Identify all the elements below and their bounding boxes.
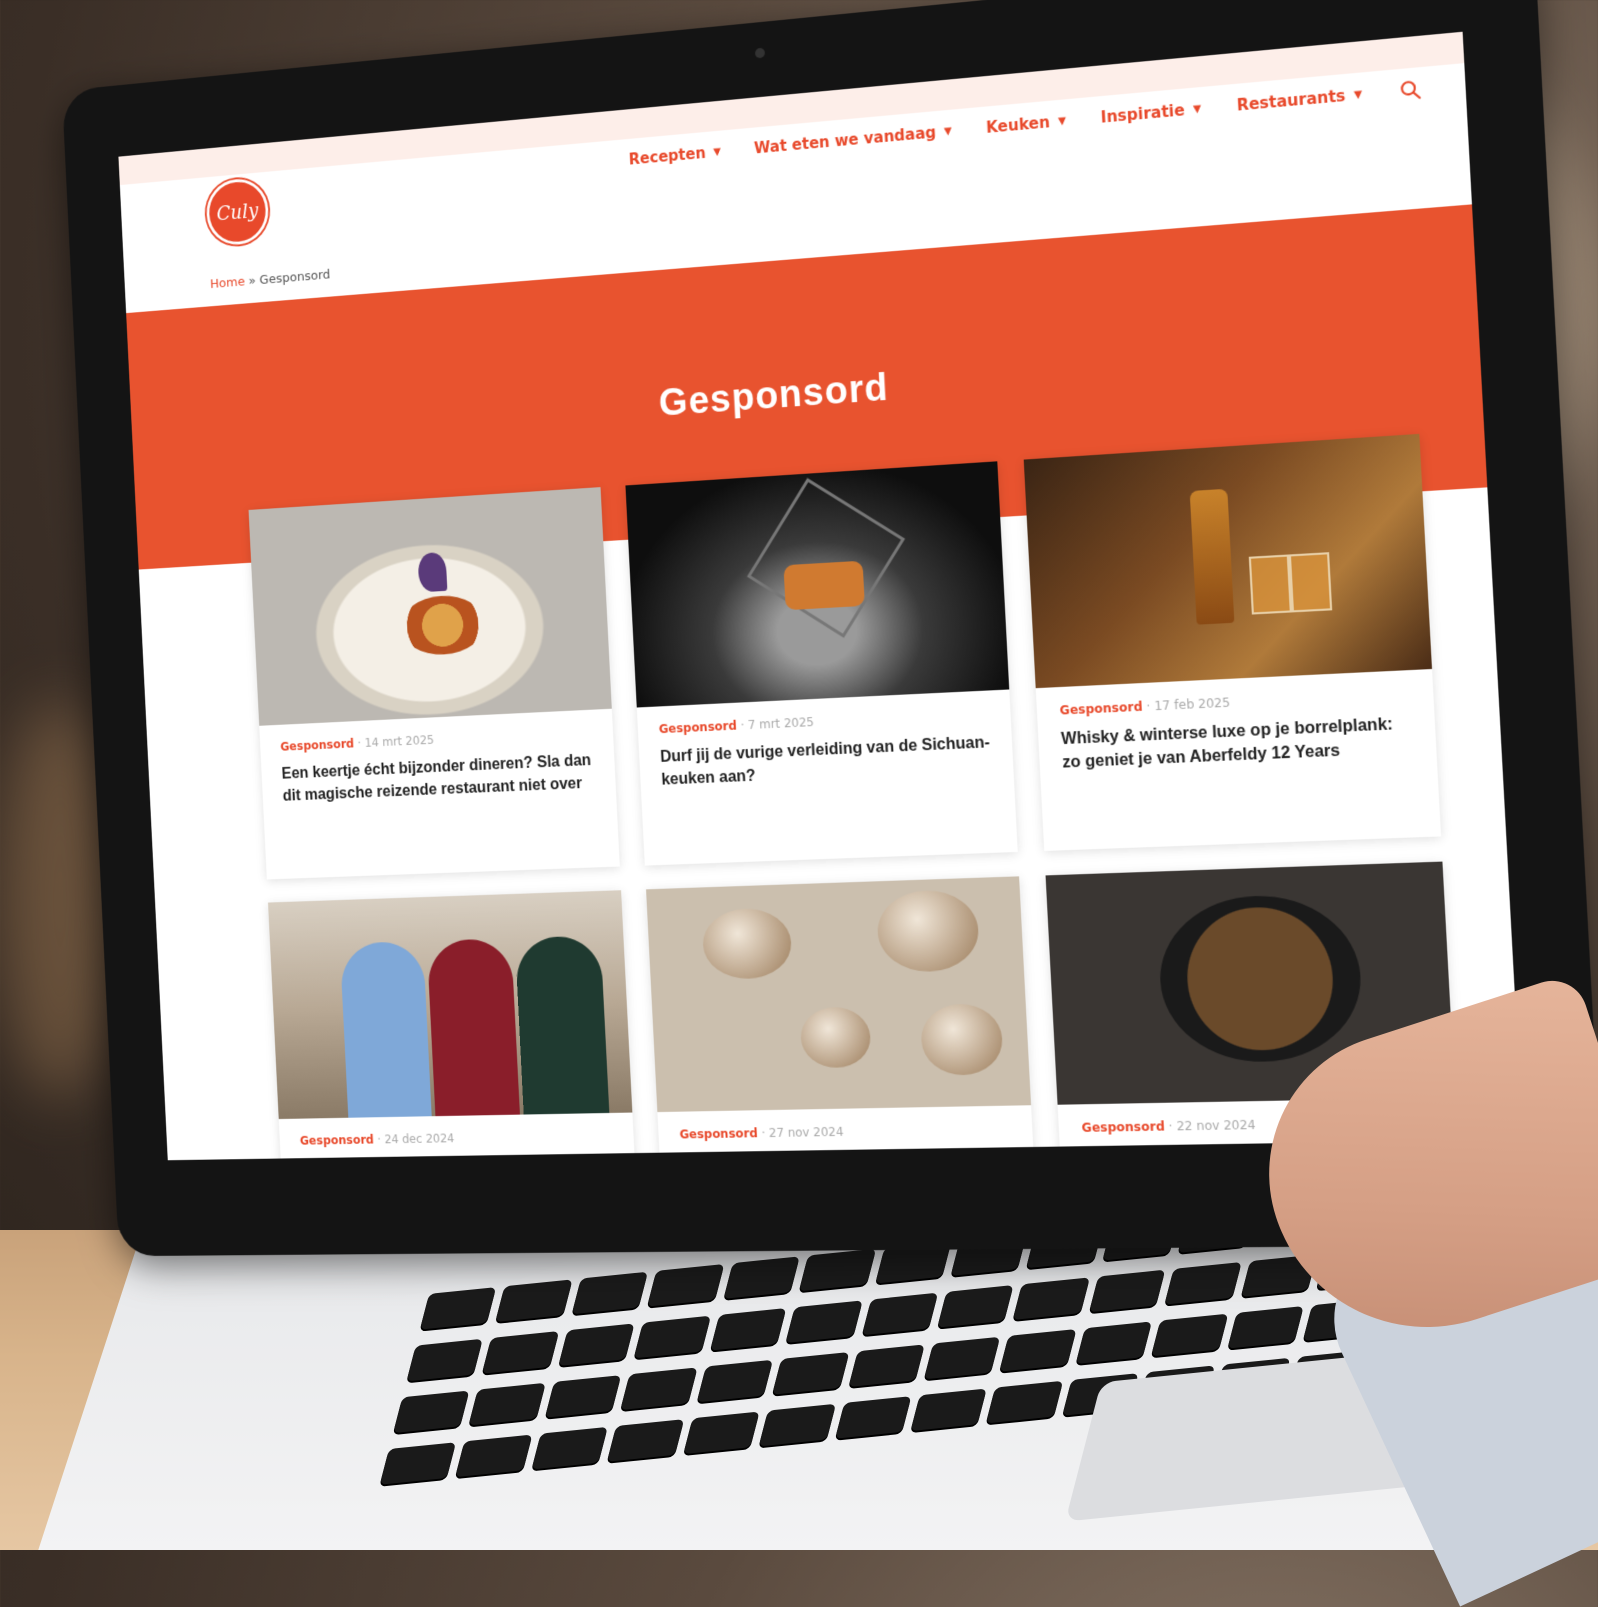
article-meta: Gesponsord · 24 dec 2024 <box>279 1113 634 1154</box>
logo-text: Culy <box>216 199 259 226</box>
article-image[interactable] <box>268 890 632 1119</box>
article-date: 14 mrt 2025 <box>364 733 434 750</box>
caret-down-icon: ▼ <box>1193 103 1202 115</box>
browser-viewport: Culy Recepten ▼ Wat eten we vandaag ▼ Keuk… <box>118 32 1522 1160</box>
article-date: 24 dec 2024 <box>384 1131 455 1146</box>
article-image[interactable] <box>1024 434 1432 688</box>
laptop: Culy Recepten ▼ Wat eten we vandaag ▼ Keuk… <box>0 0 1598 1545</box>
article-card[interactable]: Gesponsord · 7 mrt 2025 Durf jij de vuri… <box>625 461 1018 865</box>
article-tag[interactable]: Gesponsord <box>1059 699 1142 717</box>
search-icon[interactable] <box>1398 77 1423 102</box>
article-tag[interactable]: Gesponsord <box>300 1133 375 1148</box>
article-image[interactable] <box>646 876 1032 1112</box>
caret-down-icon: ▼ <box>1058 115 1066 127</box>
article-meta: Gesponsord · 27 nov 2024 <box>657 1105 1033 1148</box>
webcam <box>755 48 765 59</box>
page-title: Gesponsord <box>658 366 890 425</box>
breadcrumb: Home » Gesponsord <box>210 268 331 292</box>
article-grid: Gesponsord · 14 mrt 2025 Een keertje éch… <box>249 434 1465 1160</box>
article-tag[interactable]: Gesponsord <box>1081 1119 1165 1135</box>
article-image[interactable] <box>625 461 1009 707</box>
article-card[interactable]: Gesponsord · 14 mrt 2025 Een keertje éch… <box>249 487 620 879</box>
article-card[interactable]: Gesponsord · 27 nov 2024 <box>646 876 1040 1160</box>
article-date: 22 nov 2024 <box>1176 1118 1256 1134</box>
breadcrumb-current: Gesponsord <box>259 268 330 288</box>
article-tag[interactable]: Gesponsord <box>679 1126 758 1141</box>
breadcrumb-separator: » <box>244 274 259 290</box>
caret-down-icon: ▼ <box>713 146 721 158</box>
article-date: 27 nov 2024 <box>769 1125 844 1140</box>
article-card[interactable]: Gesponsord · 24 dec 2024 <box>268 890 640 1160</box>
article-tag[interactable]: Gesponsord <box>280 737 354 754</box>
article-date: 17 feb 2025 <box>1154 695 1231 713</box>
breadcrumb-home[interactable]: Home <box>210 275 245 292</box>
article-date: 7 mrt 2025 <box>748 715 815 732</box>
article-card[interactable]: Gesponsord · 17 feb 2025 Whisky & winter… <box>1024 434 1441 851</box>
article-image[interactable] <box>249 487 612 726</box>
caret-down-icon: ▼ <box>944 125 952 137</box>
caret-down-icon: ▼ <box>1354 89 1363 101</box>
article-tag[interactable]: Gesponsord <box>658 719 737 737</box>
